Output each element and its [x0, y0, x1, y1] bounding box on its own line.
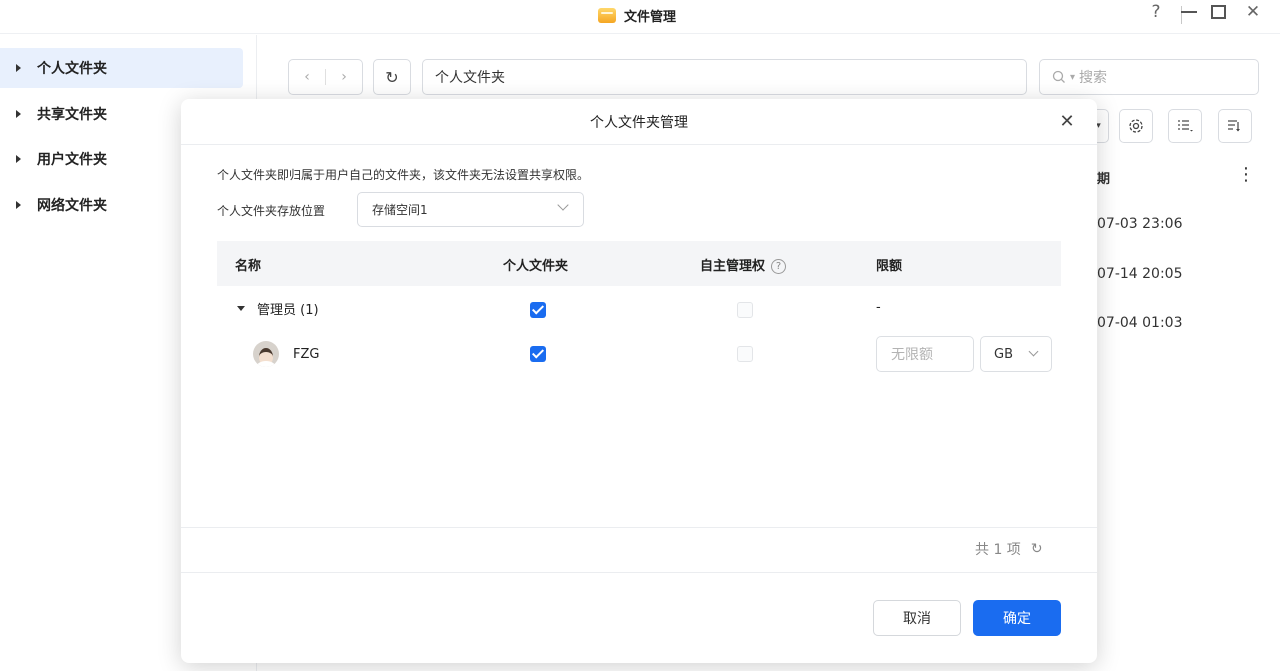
sidebar-item-label: 共享文件夹: [37, 107, 107, 123]
table-header: 名称 个人文件夹 自主管理权? 限额: [217, 241, 1061, 286]
column-header-quota: 限额: [876, 259, 903, 274]
path-text: 个人文件夹: [435, 70, 505, 86]
location-label: 个人文件夹存放位置: [217, 204, 326, 218]
list-view-icon: [1178, 120, 1193, 132]
table-row-group: 管理员 (1) -: [217, 286, 1061, 332]
column-header-name: 名称: [235, 259, 262, 274]
sidebar-item-label: 用户文件夹: [37, 152, 107, 168]
help-icon[interactable]: ?: [771, 259, 787, 274]
forward-button[interactable]: ›: [326, 69, 362, 85]
nav-button-group: ‹ ›: [288, 59, 363, 95]
expand-arrow-icon[interactable]: [16, 110, 21, 118]
expand-arrow-icon[interactable]: [16, 64, 21, 72]
search-placeholder: 搜索: [1079, 70, 1108, 86]
user-name: FZG: [293, 346, 320, 362]
view-mode-button[interactable]: [1168, 109, 1202, 143]
refresh-icon: ↻: [385, 67, 399, 87]
search-icon: [1052, 70, 1065, 83]
user-self-manage-checkbox: [737, 346, 753, 362]
app-title-text: 文件管理: [624, 10, 677, 25]
confirm-button[interactable]: 确定: [973, 600, 1061, 636]
group-personal-checkbox[interactable]: [530, 302, 546, 318]
title-divider: [1181, 6, 1182, 24]
column-header-self-manage: 自主管理权?: [700, 255, 787, 274]
dialog-close-icon[interactable]: ✕: [1055, 110, 1079, 134]
quota-unit-select[interactable]: GB: [980, 336, 1052, 372]
sidebar-item-personal[interactable]: 个人文件夹: [0, 48, 243, 88]
group-name: 管理员 (1): [257, 303, 319, 318]
group-name-cell: 管理员 (1): [237, 299, 319, 318]
dialog-title: 个人文件夹管理: [590, 114, 688, 131]
column-header-personal: 个人文件夹: [503, 259, 569, 274]
app-title: 文件管理: [598, 6, 676, 25]
user-personal-checkbox[interactable]: [530, 346, 546, 362]
chevron-down-icon: [557, 199, 569, 211]
personal-folder-dialog: 个人文件夹管理 ✕ 个人文件夹即归属于用户自己的文件夹，该文件夹无法设置共享权限…: [181, 99, 1097, 663]
quota-unit-value: GB: [994, 346, 1013, 362]
sidebar-item-label: 个人文件夹: [37, 61, 107, 77]
column-header-self-manage-label: 自主管理权: [700, 259, 766, 274]
search-input[interactable]: ▾ 搜索: [1039, 59, 1259, 95]
location-value: 存储空间1: [372, 203, 428, 217]
minimize-icon[interactable]: [1176, 11, 1202, 13]
divider: [181, 527, 1097, 528]
maximize-icon[interactable]: [1211, 5, 1226, 19]
group-self-manage-checkbox: [737, 302, 753, 318]
item-count-text: 共 1 项: [975, 542, 1021, 558]
quota-placeholder: 无限额: [891, 347, 933, 363]
back-button[interactable]: ‹: [289, 69, 325, 85]
folder-icon: [598, 8, 616, 23]
sort-icon: [1228, 120, 1240, 132]
expand-arrow-icon[interactable]: [16, 201, 21, 209]
dialog-header: 个人文件夹管理: [181, 99, 1097, 145]
expand-arrow-icon[interactable]: [16, 155, 21, 163]
user-name-cell: FZG: [253, 341, 319, 367]
date-column-header[interactable]: 期: [1097, 168, 1110, 187]
dialog-description: 个人文件夹即归属于用户自己的文件夹，该文件夹无法设置共享权限。: [217, 168, 590, 182]
path-bar[interactable]: 个人文件夹: [422, 59, 1027, 95]
collapse-arrow-icon[interactable]: [237, 306, 245, 311]
gear-icon: [1129, 119, 1143, 133]
sidebar-item-label: 网络文件夹: [37, 198, 107, 214]
sort-button[interactable]: [1218, 109, 1252, 143]
quota-input[interactable]: 无限额: [876, 336, 974, 372]
chevron-down-icon: [1028, 346, 1039, 357]
avatar: [253, 341, 279, 367]
refresh-icon[interactable]: ↻: [1031, 541, 1043, 557]
divider: [181, 572, 1097, 573]
file-date: 07-03 23:06: [1097, 216, 1183, 232]
location-select[interactable]: 存储空间1: [357, 192, 584, 227]
file-date: 07-04 01:03: [1097, 315, 1183, 331]
item-count: 共 1 项 ↻: [975, 539, 1043, 559]
help-icon[interactable]: ?: [1143, 2, 1169, 22]
group-quota: -: [876, 300, 881, 315]
window-close-icon[interactable]: ✕: [1240, 2, 1266, 22]
more-options-icon[interactable]: ⋮: [1237, 164, 1255, 185]
refresh-button[interactable]: ↻: [373, 59, 411, 95]
file-date: 07-14 20:05: [1097, 266, 1183, 282]
cancel-button[interactable]: 取消: [873, 600, 961, 636]
search-dropdown-icon: ▾: [1070, 71, 1076, 83]
settings-button[interactable]: [1119, 109, 1153, 143]
title-bar: 文件管理 ? ✕: [0, 0, 1280, 34]
